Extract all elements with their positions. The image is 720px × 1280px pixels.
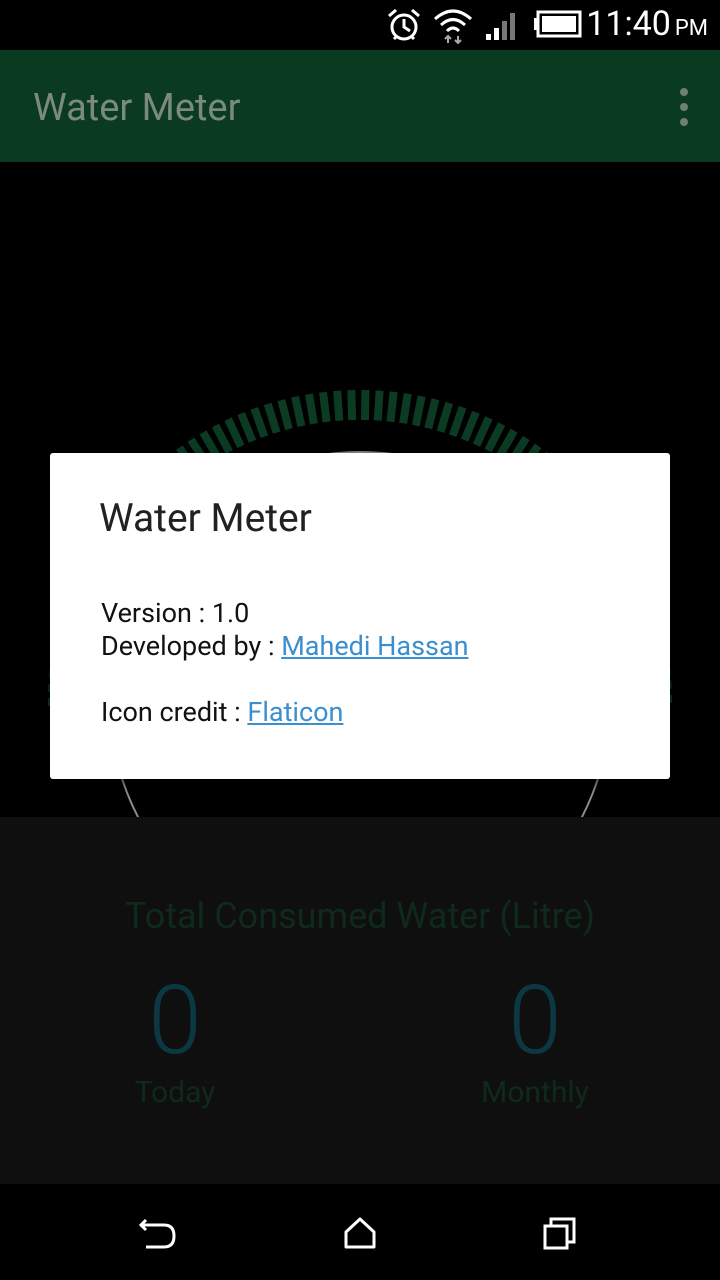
alarm-icon <box>388 8 420 41</box>
developer-link[interactable]: Mahedi Hassan <box>281 630 468 662</box>
gauge-segment <box>411 395 426 427</box>
status-bar: 11:40 PM <box>0 0 720 50</box>
gauge-segment <box>386 391 398 423</box>
gauge-segment <box>319 391 331 423</box>
developed-by-label: Developed by : <box>101 630 282 662</box>
about-dialog: Water Meter Version : 1.0 Developed by :… <box>50 453 670 779</box>
back-icon[interactable] <box>138 1214 178 1254</box>
home-icon[interactable] <box>340 1214 380 1254</box>
gauge-segment <box>277 399 293 431</box>
gauge-segment <box>484 422 506 453</box>
app-title: Water Meter <box>33 86 241 130</box>
gauge-segment <box>461 410 480 442</box>
gauge-segment <box>373 390 384 421</box>
gauge-segment <box>224 417 245 449</box>
gauge-segment <box>211 423 233 454</box>
gauge-segment <box>399 393 412 424</box>
gauge-segment <box>250 407 269 439</box>
signal-icon <box>486 13 515 40</box>
icon-credit-line: Icon credit : Flaticon <box>101 696 343 728</box>
monthly-label: Monthly <box>481 1075 589 1110</box>
gauge-segment <box>347 390 357 421</box>
overflow-menu-icon[interactable] <box>678 88 690 128</box>
today-label: Today <box>134 1075 216 1110</box>
gauge-segment <box>448 406 467 438</box>
gauge-segment <box>305 393 318 425</box>
gauge-segment <box>360 389 370 421</box>
gauge-segment <box>333 390 344 422</box>
gauge-segment <box>472 416 493 447</box>
gauge-segment <box>263 402 281 434</box>
gauge-segment <box>436 401 453 433</box>
battery-icon <box>534 10 582 38</box>
navigation-bar <box>0 1184 720 1280</box>
flaticon-link[interactable]: Flaticon <box>247 696 343 728</box>
total-consumed-label: Total Consumed Water (Litre) <box>124 895 596 937</box>
clock-time: 11:40 <box>586 4 671 44</box>
icon-credit-label: Icon credit : <box>101 696 248 728</box>
developed-by-line: Developed by : Mahedi Hassan <box>101 630 469 662</box>
today-value: 0 <box>148 965 202 1077</box>
monthly-value: 0 <box>508 965 562 1077</box>
wifi-icon <box>434 9 472 44</box>
gauge-segment <box>424 398 440 430</box>
recents-icon[interactable] <box>540 1214 580 1254</box>
clock-ampm: PM <box>674 16 708 41</box>
status-clock: 11:40 PM <box>586 4 708 44</box>
version-text: Version : 1.0 <box>101 597 250 629</box>
app-bar: Water Meter <box>0 50 720 162</box>
gauge-segment <box>291 395 306 427</box>
consumption-panel: Total Consumed Water (Litre) 0 Today 0 M… <box>0 817 720 1184</box>
gauge-segment <box>237 412 257 443</box>
dialog-title: Water Meter <box>99 495 312 541</box>
